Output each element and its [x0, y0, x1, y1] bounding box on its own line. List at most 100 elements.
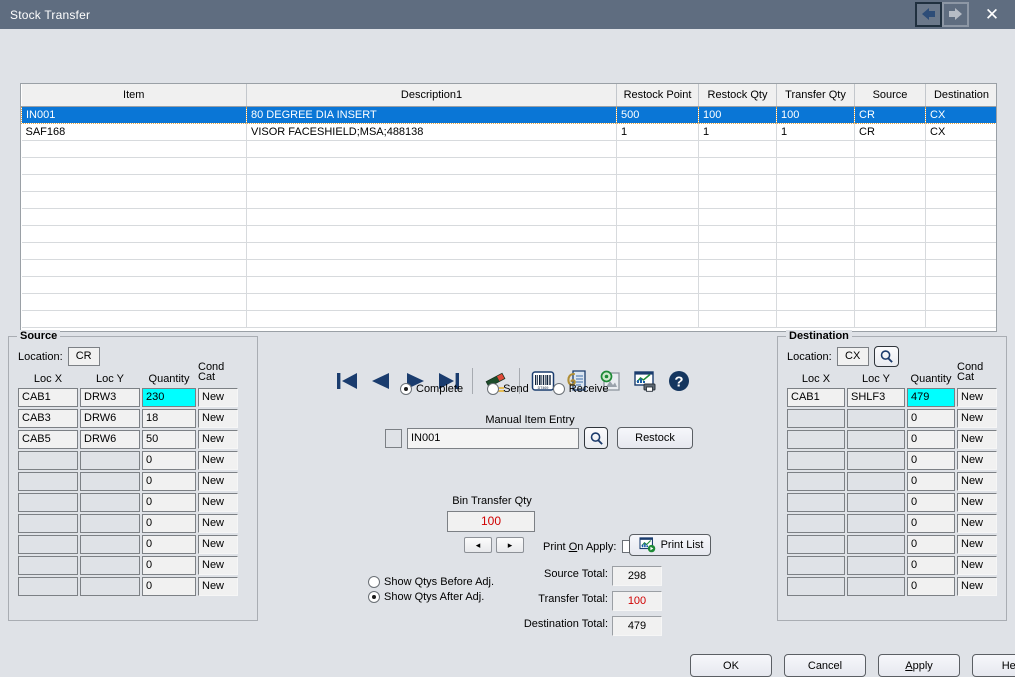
- destination-quantity-field[interactable]: 0: [907, 472, 955, 491]
- destination-cond-cat-field[interactable]: New: [957, 409, 997, 428]
- source-quantity-field[interactable]: 50: [142, 430, 196, 449]
- destination-loc-y-field[interactable]: [847, 514, 905, 533]
- destination-loc-y-field[interactable]: [847, 535, 905, 554]
- manual-item-entry-input[interactable]: IN001: [407, 428, 579, 449]
- col-transfer-qty[interactable]: Transfer Qty: [777, 84, 855, 106]
- col-restock-qty[interactable]: Restock Qty: [699, 84, 777, 106]
- ok-button[interactable]: OK: [690, 654, 772, 677]
- table-row-empty[interactable]: [22, 157, 998, 174]
- source-loc-y-field[interactable]: [80, 493, 140, 512]
- destination-quantity-field[interactable]: 0: [907, 451, 955, 470]
- source-quantity-field[interactable]: 0: [142, 493, 196, 512]
- destination-loc-x-field[interactable]: [787, 451, 845, 470]
- destination-loc-y-field[interactable]: [847, 451, 905, 470]
- destination-loc-x-field[interactable]: [787, 556, 845, 575]
- source-quantity-field[interactable]: 0: [142, 535, 196, 554]
- source-quantity-field[interactable]: 0: [142, 451, 196, 470]
- source-quantity-field[interactable]: 0: [142, 514, 196, 533]
- source-cond-cat-field[interactable]: New: [198, 577, 238, 596]
- source-quantity-field[interactable]: 0: [142, 556, 196, 575]
- source-loc-x-field[interactable]: [18, 472, 78, 491]
- destination-quantity-field[interactable]: 0: [907, 430, 955, 449]
- forward-arrow-icon[interactable]: [942, 2, 969, 27]
- destination-quantity-field[interactable]: 0: [907, 514, 955, 533]
- col-description1[interactable]: Description1: [247, 84, 617, 106]
- source-loc-y-field[interactable]: [80, 472, 140, 491]
- manual-entry-flag-box[interactable]: [385, 429, 402, 448]
- qty-view-radio-after[interactable]: Show Qtys After Adj.: [368, 591, 484, 603]
- source-loc-y-field[interactable]: [80, 535, 140, 554]
- destination-location-field[interactable]: CX: [837, 347, 869, 366]
- source-cond-cat-field[interactable]: New: [198, 451, 238, 470]
- source-loc-y-field[interactable]: DRW6: [80, 409, 140, 428]
- source-loc-x-field[interactable]: [18, 514, 78, 533]
- stock-transfer-grid[interactable]: Item Description1 Restock Point Restock …: [20, 83, 997, 332]
- table-row-empty[interactable]: [22, 259, 998, 276]
- source-loc-y-field[interactable]: [80, 556, 140, 575]
- help-icon[interactable]: ?: [662, 365, 696, 397]
- destination-cond-cat-field[interactable]: New: [957, 430, 997, 449]
- source-cond-cat-field[interactable]: New: [198, 535, 238, 554]
- print-list-button[interactable]: Print List: [629, 534, 711, 556]
- destination-loc-x-field[interactable]: [787, 472, 845, 491]
- destination-loc-y-field[interactable]: SHLF3: [847, 388, 905, 407]
- destination-quantity-field[interactable]: 0: [907, 577, 955, 596]
- destination-cond-cat-field[interactable]: New: [957, 535, 997, 554]
- help-button[interactable]: Help: [972, 654, 1015, 677]
- source-location-field[interactable]: CR: [68, 347, 100, 366]
- col-item[interactable]: Item: [22, 84, 247, 106]
- apply-button[interactable]: Apply: [878, 654, 960, 677]
- source-quantity-field[interactable]: 18: [142, 409, 196, 428]
- col-source[interactable]: Source: [855, 84, 926, 106]
- source-loc-y-field[interactable]: [80, 577, 140, 596]
- col-restock-point[interactable]: Restock Point: [617, 84, 699, 106]
- source-cond-cat-field[interactable]: New: [198, 388, 238, 407]
- qty-view-radio-before[interactable]: Show Qtys Before Adj.: [368, 576, 494, 588]
- source-loc-x-field[interactable]: [18, 556, 78, 575]
- table-row-empty[interactable]: [22, 225, 998, 242]
- source-loc-x-field[interactable]: CAB3: [18, 409, 78, 428]
- destination-loc-x-field[interactable]: [787, 493, 845, 512]
- table-row-empty[interactable]: [22, 208, 998, 225]
- source-cond-cat-field[interactable]: New: [198, 514, 238, 533]
- mode-radio-complete[interactable]: Complete: [400, 383, 463, 395]
- table-row-empty[interactable]: [22, 140, 998, 157]
- table-row-empty[interactable]: [22, 191, 998, 208]
- destination-loc-x-field[interactable]: [787, 514, 845, 533]
- destination-loc-y-field[interactable]: [847, 577, 905, 596]
- destination-loc-x-field[interactable]: [787, 535, 845, 554]
- destination-loc-y-field[interactable]: [847, 430, 905, 449]
- source-loc-y-field[interactable]: DRW3: [80, 388, 140, 407]
- source-loc-x-field[interactable]: [18, 577, 78, 596]
- source-loc-y-field[interactable]: DRW6: [80, 430, 140, 449]
- magnifier-icon[interactable]: [584, 427, 608, 449]
- chart-print-icon[interactable]: [628, 365, 662, 397]
- cancel-button[interactable]: Cancel: [784, 654, 866, 677]
- source-cond-cat-field[interactable]: New: [198, 493, 238, 512]
- bin-transfer-qty-field[interactable]: 100: [447, 511, 535, 532]
- bin-transfer-decrement-button[interactable]: ◂: [464, 537, 492, 553]
- bin-transfer-increment-button[interactable]: ▸: [496, 537, 524, 553]
- restock-button[interactable]: Restock: [617, 427, 693, 449]
- table-row-empty[interactable]: [22, 293, 998, 310]
- source-cond-cat-field[interactable]: New: [198, 556, 238, 575]
- destination-quantity-field[interactable]: 0: [907, 535, 955, 554]
- destination-cond-cat-field[interactable]: New: [957, 556, 997, 575]
- back-arrow-icon[interactable]: [915, 2, 942, 27]
- close-icon[interactable]: ✕: [969, 0, 1015, 29]
- source-loc-x-field[interactable]: [18, 493, 78, 512]
- source-loc-y-field[interactable]: [80, 514, 140, 533]
- destination-cond-cat-field[interactable]: New: [957, 388, 997, 407]
- table-row-empty[interactable]: [22, 242, 998, 259]
- source-loc-x-field[interactable]: CAB5: [18, 430, 78, 449]
- destination-quantity-field[interactable]: 0: [907, 409, 955, 428]
- mode-radio-receive[interactable]: Receive: [553, 383, 609, 395]
- source-loc-y-field[interactable]: [80, 451, 140, 470]
- source-loc-x-field[interactable]: [18, 451, 78, 470]
- destination-loc-x-field[interactable]: [787, 577, 845, 596]
- source-cond-cat-field[interactable]: New: [198, 430, 238, 449]
- previous-record-icon[interactable]: [364, 365, 398, 397]
- col-destination[interactable]: Destination: [926, 84, 998, 106]
- destination-quantity-field[interactable]: 479: [907, 388, 955, 407]
- destination-loc-y-field[interactable]: [847, 409, 905, 428]
